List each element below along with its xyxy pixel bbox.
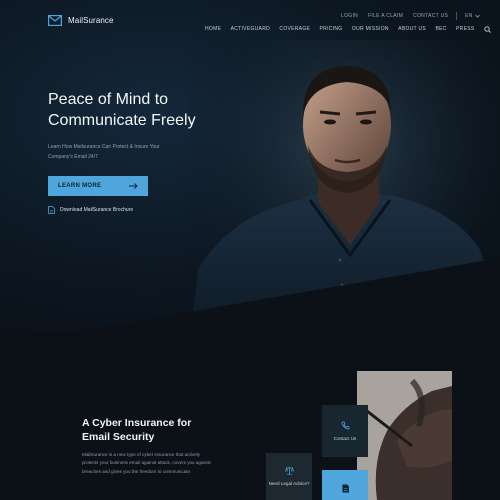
arrow-right-icon [129,183,138,189]
main-nav: HOME ACTIVEGUARD COVERAGE PRICING OUR MI… [205,24,491,34]
nav-item-about-us[interactable]: ABOUT US [398,26,426,32]
hero-subtitle: Learn How Mailsurance Can Protect & Insu… [48,144,160,160]
nav-item-activeguard[interactable]: ACTIVEGUARD [231,26,270,32]
nav-divider [456,12,458,20]
chevron-down-icon [474,14,480,18]
contact-us-link[interactable]: CONTACT US [413,13,448,19]
document-icon [48,206,55,214]
envelope-icon [48,14,62,26]
nav-item-bec[interactable]: BEC [435,26,446,32]
document-icon [342,484,349,493]
hand-pen-photo [357,371,452,500]
login-link[interactable]: LOGIN [341,13,358,19]
nav-item-pricing[interactable]: PRICING [320,26,343,32]
legal-advice-card-label: Need Legal Advice? [268,481,310,486]
contact-us-card[interactable]: Contact Us [322,405,368,457]
nav-item-our-mission[interactable]: OUR MISSION [352,26,389,32]
download-brochure-label: Download MailSurance Brochure [60,207,134,213]
scales-icon [284,466,294,475]
language-label: EN [465,13,473,19]
file-claim-link[interactable]: FILE A CLAIM [368,13,403,19]
section-title: A Cyber Insurance for Email Security [82,417,192,443]
hero-portrait-image [190,40,500,330]
language-selector[interactable]: EN [465,13,480,19]
learn-more-label: LEARN MORE [58,183,102,189]
legal-advice-card[interactable]: Need Legal Advice? [266,453,312,500]
nav-item-coverage[interactable]: COVERAGE [279,26,310,32]
nav-item-press[interactable]: PRESS [456,26,474,32]
brochure-card[interactable] [322,470,368,500]
hero-title: Peace of Mind to Communicate Freely [48,91,196,129]
phone-icon [341,421,349,430]
nav-item-home[interactable]: HOME [205,26,221,32]
contact-us-card-label: Contact Us [333,436,357,441]
brand-logo[interactable]: MailSurance [48,13,114,27]
section-body: MailSurance is a new type of cyber insur… [82,452,211,474]
brand-name: MailSurance [68,15,114,25]
search-icon[interactable] [484,25,491,33]
learn-more-button[interactable]: LEARN MORE [48,176,148,196]
hero-section [0,0,500,330]
utility-nav: LOGIN FILE A CLAIM CONTACT US EN [341,11,480,21]
download-brochure-link[interactable]: Download MailSurance Brochure [48,205,133,215]
